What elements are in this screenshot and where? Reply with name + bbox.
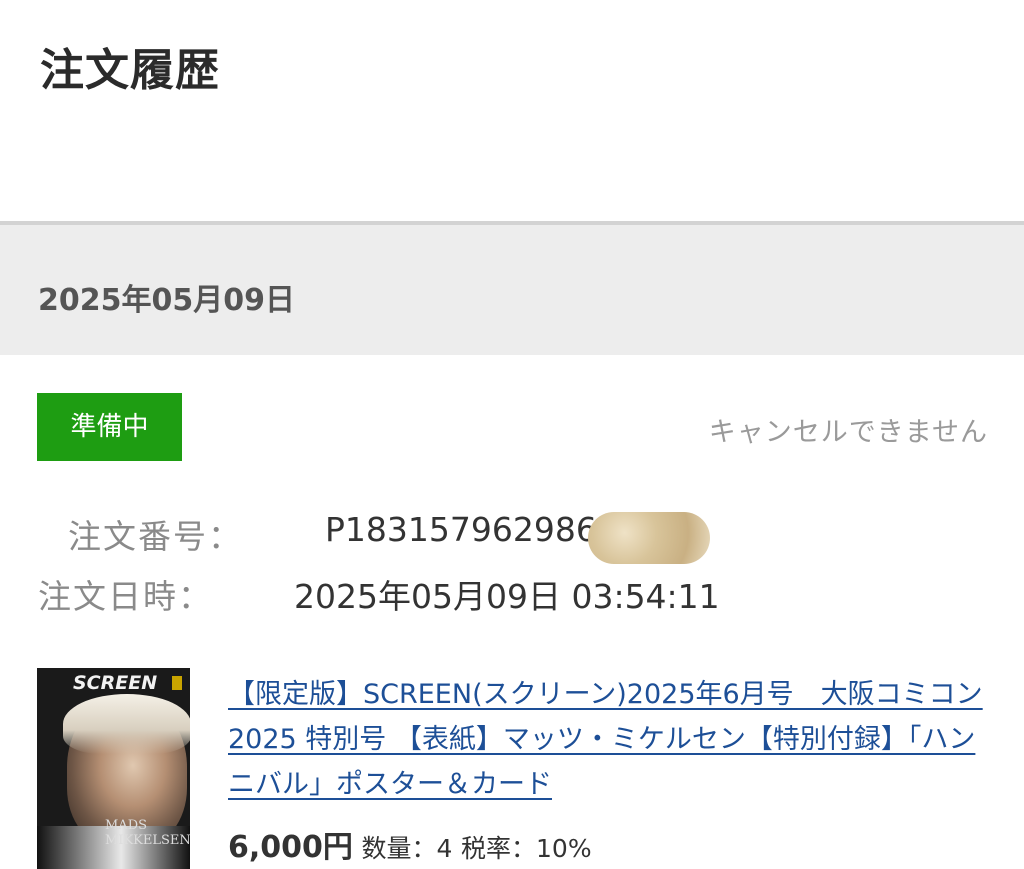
order-datetime-label: 注文日時：	[38, 577, 213, 616]
item-price: 6,000円	[228, 830, 353, 865]
tax-label: 税率：	[461, 834, 537, 863]
order-date-band: 2025年05月09日	[0, 221, 1024, 355]
product-title-link[interactable]: 【限定版】SCREEN(スクリーン)2025年6月号 大阪コミコン2025 特別…	[228, 672, 988, 807]
quantity-label: 数量：	[361, 834, 437, 863]
cover-masthead: SCREEN	[73, 672, 158, 694]
price-line: 6,000円 数量：4 税率：10%	[228, 822, 592, 866]
cover-name-text: MADS MIKKELSEN	[105, 818, 190, 848]
cancel-unavailable-note: キャンセルできません	[708, 417, 988, 448]
tax-value: 10%	[536, 834, 592, 863]
cover-issue-mark	[172, 676, 182, 690]
order-datetime-value: 2025年05月09日 03:54:11	[294, 577, 720, 616]
cover-portrait-hair	[63, 694, 190, 754]
order-history-page: 注文履歴 2025年05月09日 準備中 キャンセルできません 注文番号： P1…	[0, 0, 1024, 869]
order-number-label: 注文番号：	[68, 517, 243, 556]
status-badge: 準備中	[37, 393, 182, 461]
page-title: 注文履歴	[40, 45, 220, 96]
order-date-heading: 2025年05月09日	[38, 283, 295, 318]
product-cover-image[interactable]: SCREEN MADS MIKKELSEN	[37, 668, 190, 869]
quantity-value: 4	[436, 834, 453, 863]
redaction-smudge	[588, 512, 710, 564]
